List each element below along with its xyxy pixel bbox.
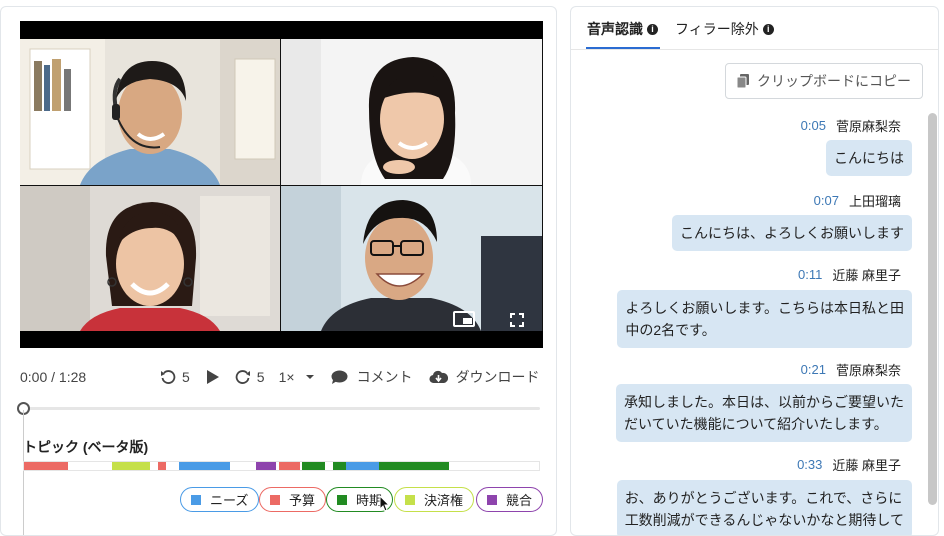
message-bubble: 承知しました。本日は、以前からご要望いた だいていた機能について紹介いたします。: [616, 384, 912, 442]
info-icon[interactable]: i: [647, 23, 658, 35]
tab-label: フィラー除外: [675, 21, 759, 37]
message-line: よろしくお願いします。こちらは本日私と田: [625, 300, 904, 316]
legend-swatch: [191, 494, 201, 505]
copy-to-clipboard-button[interactable]: クリップボードにコピー: [725, 63, 923, 99]
cloud-download-icon: [429, 370, 448, 384]
copy-icon: [737, 74, 749, 88]
comment-button[interactable]: コメント: [331, 367, 413, 387]
message-bubble: こんにちは: [826, 140, 912, 176]
legend-budget[interactable]: 予算: [259, 487, 327, 512]
info-icon[interactable]: i: [762, 23, 774, 35]
fullscreen-icon[interactable]: [510, 313, 524, 327]
tab-speech-recognition[interactable]: 音声認識 i: [587, 19, 658, 39]
legend-swatch: [337, 494, 347, 505]
topic-segment[interactable]: [333, 462, 346, 470]
speaker-name: 菅原麻梨奈: [835, 119, 901, 134]
message-line: お、ありがとうございます。これで、さらに: [624, 490, 903, 506]
forward-seconds: 5: [256, 369, 265, 385]
topic-section-title: トピック (ベータ版): [23, 439, 149, 455]
speaker-name: 上田瑠璃: [848, 194, 901, 209]
forward-button[interactable]: 5: [235, 369, 265, 385]
message-line: こんにちは: [834, 150, 904, 166]
topic-segment[interactable]: [302, 462, 326, 470]
play-icon: [206, 370, 219, 384]
topic-segment[interactable]: [24, 462, 68, 470]
playhead-line: [23, 410, 24, 535]
video-tile-1: [20, 39, 280, 185]
topic-segment[interactable]: [157, 462, 166, 470]
message-line: こんにちは、よろしくお願いします: [680, 225, 904, 241]
message-line: だいていた機能について紹介いたします。: [624, 416, 888, 432]
video-tile-2: [281, 39, 542, 185]
topic-timeline[interactable]: [23, 461, 540, 471]
legend-swatch: [405, 494, 415, 505]
download-label: ダウンロード: [455, 369, 540, 385]
speed-select[interactable]: 1×: [279, 369, 315, 385]
rewind-button[interactable]: 5: [160, 369, 190, 385]
video-tile-4: [281, 186, 542, 331]
legend-label: 競合: [506, 493, 533, 508]
transcript-tabs: 音声認識 i フィラー除外 i: [571, 7, 938, 50]
message-timestamp[interactable]: 0:05: [801, 118, 826, 133]
play-button[interactable]: [206, 369, 220, 385]
participant-image-1: [20, 39, 280, 185]
transcript-scrollbar[interactable]: [928, 113, 937, 505]
picture-in-picture-icon[interactable]: [453, 311, 475, 327]
copy-button-label: クリップボードにコピー: [757, 73, 911, 89]
legend-label: 予算: [289, 493, 316, 508]
topic-segment[interactable]: [255, 462, 277, 470]
video-player[interactable]: [20, 21, 543, 348]
tab-label: 音声認識: [587, 21, 643, 37]
speaker-name: 近藤 麻里子: [832, 268, 901, 283]
video-call-grid: [20, 39, 543, 331]
legend-label: 決済権: [424, 493, 464, 508]
participant-image-3: [20, 186, 280, 331]
rewind-icon: [161, 370, 176, 384]
caret-down-icon: [305, 375, 314, 379]
message-timestamp[interactable]: 0:21: [801, 362, 826, 377]
forward-icon: [235, 370, 250, 384]
message-meta: 0:05 菅原麻梨奈: [801, 116, 901, 135]
message-bubble: よろしくお願いします。こちらは本日私と田 中の2名です。: [617, 290, 912, 348]
comment-icon: [331, 370, 348, 384]
speaker-name: 菅原麻梨奈: [835, 363, 901, 378]
time-display: 0:00 / 1:28: [20, 369, 87, 385]
message-meta: 0:33 近藤 麻里子: [797, 455, 901, 474]
message-meta: 0:21 菅原麻梨奈: [801, 360, 901, 379]
active-tab-indicator: [586, 47, 660, 49]
tab-filler-removal[interactable]: フィラー除外 i: [675, 19, 774, 39]
rewind-seconds: 5: [182, 369, 190, 385]
topic-segment[interactable]: [111, 462, 151, 470]
progress-track[interactable]: [25, 407, 540, 410]
speed-value: 1×: [278, 369, 295, 385]
topic-segment[interactable]: [345, 462, 380, 470]
legend-label: ニーズ: [210, 493, 249, 508]
message-timestamp[interactable]: 0:33: [797, 457, 822, 472]
legend-swatch: [487, 494, 497, 505]
participant-image-4: [281, 186, 542, 331]
player-controls: 0:00 / 1:28 5 5 1× コメント ダウンロード: [20, 367, 543, 387]
topic-segment[interactable]: [379, 462, 449, 470]
legend-decision-authority[interactable]: 決済権: [394, 487, 475, 512]
legend-swatch: [270, 494, 280, 505]
download-button[interactable]: ダウンロード: [429, 367, 540, 387]
transcript-panel: 音声認識 i フィラー除外 i クリップボードにコピー 0:05 菅原麻梨奈 こ…: [570, 6, 939, 536]
speaker-name: 近藤 麻里子: [832, 458, 901, 473]
video-tile-3: [20, 186, 280, 331]
player-panel: 0:00 / 1:28 5 5 1× コメント ダウンロード トピック (ベータ…: [0, 6, 557, 536]
participant-image-2: [281, 39, 542, 185]
legend-needs[interactable]: ニーズ: [180, 487, 260, 512]
message-line: 中の2名です。: [625, 322, 716, 338]
message-meta: 0:07 上田瑠璃: [814, 191, 901, 210]
message-line: 承知しました。本日は、以前からご要望いた: [624, 394, 904, 410]
message-timestamp[interactable]: 0:11: [798, 267, 822, 282]
message-meta: 0:11 近藤 麻里子: [798, 265, 901, 284]
topic-segment[interactable]: [278, 462, 300, 470]
topic-segment[interactable]: [178, 462, 230, 470]
comment-label: コメント: [356, 369, 413, 385]
legend-competitors[interactable]: 競合: [476, 487, 544, 512]
message-bubble: こんにちは、よろしくお願いします: [672, 215, 912, 251]
mouse-cursor-icon: [379, 495, 391, 512]
message-timestamp[interactable]: 0:07: [814, 193, 839, 208]
